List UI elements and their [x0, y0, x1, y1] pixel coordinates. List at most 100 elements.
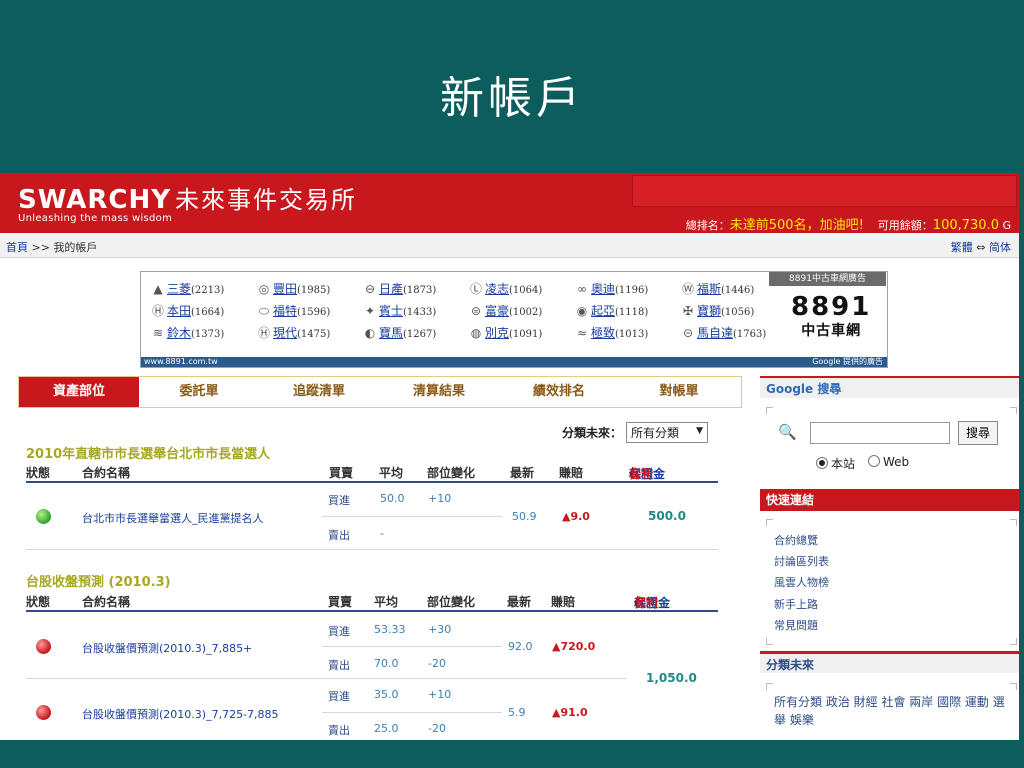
car-brand-link[interactable]: 福特 — [273, 304, 297, 318]
car-brand-link[interactable]: 富豪 — [485, 304, 509, 318]
car-logo-icon: ✦ — [364, 304, 376, 318]
buy-label: 買進 — [328, 690, 350, 703]
car-brand-count: (1013) — [615, 329, 649, 340]
lang-simplified-link[interactable]: 简体 — [989, 241, 1011, 254]
tab-watchlist[interactable]: 追蹤清單 — [259, 377, 379, 407]
car-brand-link[interactable]: 本田 — [167, 304, 191, 318]
car-brand-link[interactable]: 極致 — [591, 326, 615, 340]
car-logo-icon: Ⓗ — [257, 326, 270, 340]
car-brand-count: (1446) — [721, 285, 755, 296]
car-brand-link[interactable]: 寶馬 — [379, 326, 403, 340]
tab-settlement[interactable]: 清算結果 — [379, 377, 499, 407]
car-logo-icon: ∞ — [577, 282, 587, 296]
breadcrumb: 首頁 >> 我的帳戶 繁體 ⇔ 简体 — [0, 233, 1019, 258]
car-brand-link[interactable]: 賓士 — [379, 304, 403, 318]
car-logo-icon: ◐ — [364, 326, 376, 340]
car-brand-item[interactable]: Ⓗ 本田(1664) — [149, 302, 255, 319]
car-brand-link[interactable]: 豐田 — [273, 282, 297, 296]
car-logo-icon: ≈ — [576, 326, 588, 340]
category-links[interactable]: 所有分類 政治 財經 社會 兩岸 國際 運動 選舉 娛樂 — [774, 693, 1014, 729]
car-brand-item[interactable]: ⊖ 日產(1873) — [361, 280, 467, 297]
col-status: 狀態 — [26, 466, 51, 480]
car-brand-link[interactable]: 別克 — [485, 326, 509, 340]
car-brand-link[interactable]: 三菱 — [167, 282, 191, 296]
car-brand-link[interactable]: 起亞 — [591, 304, 615, 318]
car-brand-link[interactable]: 鈴木 — [167, 326, 191, 340]
car-logo-icon: Ⓦ — [681, 282, 694, 296]
site-header: SWARCHY 未來事件交易所 Unleashing the mass wisdo… — [0, 173, 1019, 233]
car-brand-link[interactable]: 日產 — [379, 282, 403, 296]
car-brand-item[interactable]: ◎ 豐田(1985) — [255, 280, 361, 297]
car-brand-item[interactable]: ⊝ 馬自達(1763) — [679, 324, 785, 341]
contract-name[interactable]: 台股收盤價預測(2010.3)_7,885+ — [82, 640, 252, 656]
buy-avg: 35.0 — [374, 688, 399, 701]
car-brand-count: (1763) — [733, 329, 767, 340]
car-brand-count: (1267) — [403, 329, 437, 340]
contract-name[interactable]: 台北市市長選舉當選人_民進黨提名人 — [82, 510, 264, 526]
buy-change: +10 — [428, 492, 452, 505]
tab-ranking[interactable]: 績效排名 — [499, 377, 619, 407]
tab-orders[interactable]: 委託單 — [139, 377, 259, 407]
car-brand-item[interactable]: Ⓛ 凌志(1064) — [467, 280, 573, 297]
car-brand-item[interactable]: ◐ 寶馬(1267) — [361, 324, 467, 341]
ad-google-note[interactable]: Google 提供的廣告 — [812, 357, 887, 367]
car-brand-count: (1985) — [297, 285, 331, 296]
car-brand-row: ≋ 鈴木(1373) Ⓗ 現代(1475) ◐ 寶馬(1267) ◍ 別克(1091) ≈ 極致(… — [149, 324, 785, 346]
ad-logo-number: 8891 — [791, 292, 872, 322]
col-change: 部位變化 — [427, 595, 476, 609]
contract-name[interactable]: 台股收盤價預測(2010.3)_7,725-7,885 — [82, 706, 279, 722]
radio-web[interactable]: Web — [868, 455, 909, 469]
car-brand-link[interactable]: 福斯 — [697, 282, 721, 296]
status-red-icon — [36, 705, 51, 720]
logo-text: SWARCHY — [18, 185, 172, 215]
car-brand-item[interactable]: ✦ 賓士(1433) — [361, 302, 467, 319]
car-brand-count: (1373) — [191, 329, 225, 340]
car-brand-item[interactable]: ▲ 三菱(2213) — [149, 280, 255, 297]
latest-price: 5.9 — [508, 706, 526, 719]
quick-link-faq[interactable]: 常見問題 — [774, 617, 818, 633]
car-brand-row: Ⓗ 本田(1664) ⬭ 福特(1596) ✦ 賓士(1433) ⊜ 富豪(1002) ◉ 起亞(… — [149, 302, 785, 324]
car-brand-item[interactable]: ∞ 奧迪(1196) — [573, 280, 679, 297]
section-title: 台股收盤預測 (2010.3) — [26, 575, 171, 590]
screenshot-panel: SWARCHY 未來事件交易所 Unleashing the mass wisdo… — [0, 173, 1019, 740]
ad-url[interactable]: www.8891.com.tw — [144, 357, 218, 366]
car-brand-link[interactable]: 寶獅 — [697, 304, 721, 318]
search-button[interactable]: 搜尋 — [958, 421, 998, 445]
quick-link-contracts[interactable]: 合約總覽 — [774, 532, 818, 548]
car-logo-icon: ⬭ — [258, 304, 270, 318]
site-logo[interactable]: SWARCHY 未來事件交易所 Unleashing the mass wisdo… — [18, 180, 357, 224]
col-contract: 合約名稱 — [82, 595, 131, 609]
car-brand-link[interactable]: 奧迪 — [591, 282, 615, 296]
tab-assets[interactable]: 資產部位 — [19, 377, 139, 407]
car-brand-link[interactable]: 凌志 — [485, 282, 509, 296]
ad-logo[interactable]: 8891 中古車網 — [791, 294, 871, 340]
car-brand-link[interactable]: 馬自達 — [697, 326, 733, 340]
quick-link-forum[interactable]: 討論區列表 — [774, 553, 829, 569]
breadcrumb-home-link[interactable]: 首頁 — [6, 241, 28, 254]
radio-site[interactable]: 本站 — [816, 455, 855, 472]
quick-link-newbie[interactable]: 新手上路 — [774, 596, 818, 612]
car-brand-item[interactable]: Ⓗ 現代(1475) — [255, 324, 361, 341]
car-logo-icon: ⊝ — [682, 326, 694, 340]
car-brand-link[interactable]: 現代 — [273, 326, 297, 340]
car-brand-item[interactable]: ⊜ 富豪(1002) — [467, 302, 573, 319]
car-brand-item[interactable]: ✠ 寶獅(1056) — [679, 302, 785, 319]
car-brand-count: (1196) — [615, 285, 649, 296]
sell-label: 賣出 — [328, 724, 350, 737]
car-brand-item[interactable]: ◉ 起亞(1118) — [573, 302, 679, 319]
latest-price: 50.9 — [512, 510, 537, 523]
google-search-header: Google 搜尋 — [760, 376, 1019, 398]
car-brand-item[interactable]: ≈ 極致(1013) — [573, 324, 679, 341]
quick-link-leaderboard[interactable]: 風雲人物榜 — [774, 574, 829, 590]
car-brand-item[interactable]: ⬭ 福特(1596) — [255, 302, 361, 319]
category-select[interactable]: 所有分類 ▼ — [626, 422, 709, 443]
car-logo-icon: ⊜ — [470, 304, 482, 318]
tab-statement[interactable]: 對帳單 — [619, 377, 739, 407]
category-header: 分類未來 — [760, 651, 1019, 673]
car-brand-item[interactable]: ≋ 鈴木(1373) — [149, 324, 255, 341]
logo-chinese: 未來事件交易所 — [175, 186, 358, 214]
search-input[interactable] — [810, 422, 950, 444]
lang-traditional-link[interactable]: 繁體 — [951, 241, 973, 254]
car-brand-item[interactable]: ◍ 別克(1091) — [467, 324, 573, 341]
car-logo-icon: ✠ — [682, 304, 694, 318]
